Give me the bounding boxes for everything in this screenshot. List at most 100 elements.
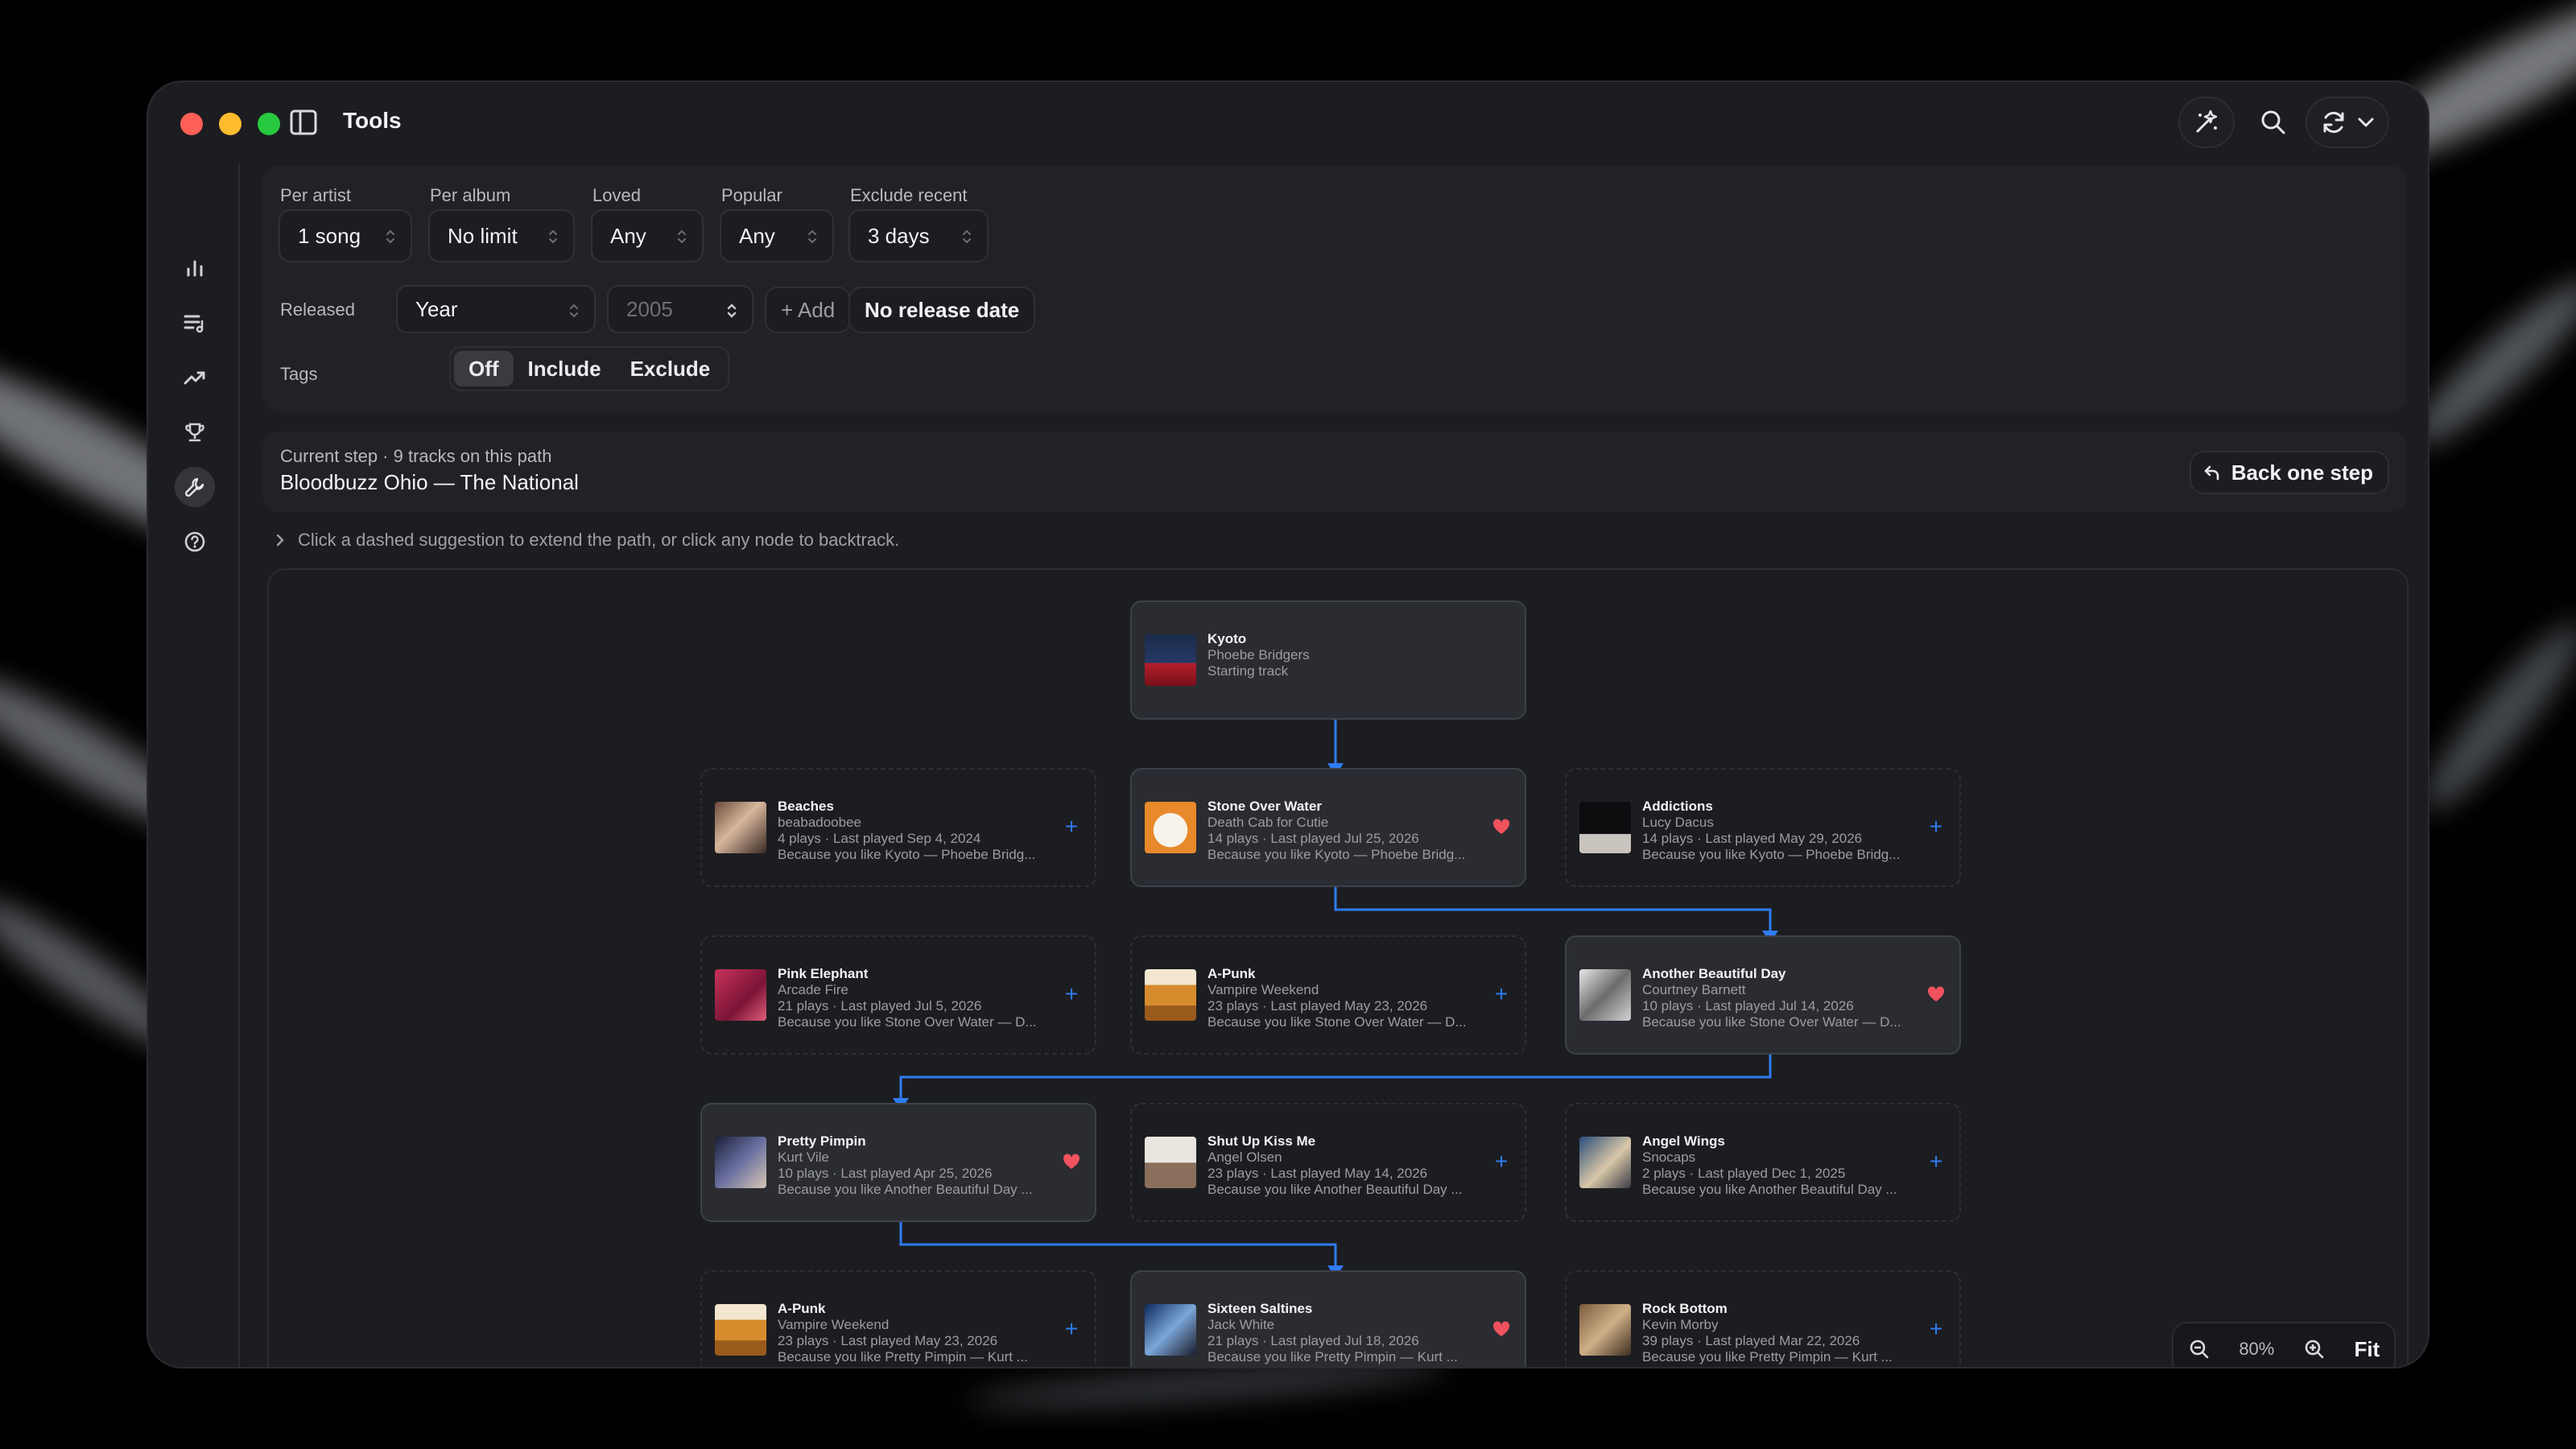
nav-trends[interactable] bbox=[175, 357, 215, 398]
window-title: Tools bbox=[343, 108, 402, 133]
track-title: Beaches bbox=[778, 799, 834, 814]
extend-path-plus-icon[interactable]: + bbox=[1059, 1316, 1084, 1341]
track-node[interactable]: A-Punk Vampire Weekend 23 plays · Last pla… bbox=[700, 1270, 1096, 1367]
nav-stats[interactable] bbox=[175, 248, 215, 288]
track-title: Addictions bbox=[1642, 799, 1713, 814]
title-bar: Tools bbox=[148, 82, 2428, 163]
track-reason: Because you like Pretty Pimpin — Kurt ..… bbox=[1642, 1349, 1893, 1364]
track-artist: Lucy Dacus bbox=[1642, 815, 1714, 830]
track-node-text: Another Beautiful Day Courtney Barnett 10 … bbox=[1642, 966, 1914, 1030]
track-artist: Kevin Morby bbox=[1642, 1317, 1719, 1332]
track-node-text: A-Punk Vampire Weekend 23 plays · Last pla… bbox=[778, 1301, 1050, 1365]
zoom-in-icon[interactable] bbox=[2303, 1338, 2326, 1360]
nav-playlists[interactable] bbox=[175, 303, 215, 343]
loved-select[interactable]: Any bbox=[591, 209, 704, 262]
per-album-label: Per album bbox=[430, 185, 511, 205]
loved-heart-icon[interactable] bbox=[1059, 1150, 1084, 1174]
per-artist-select[interactable]: 1 song bbox=[279, 209, 412, 262]
track-node[interactable]: Stone Over Water Death Cab for Cutie 14 pl… bbox=[1130, 768, 1526, 887]
track-artist: Vampire Weekend bbox=[778, 1317, 890, 1332]
search-button[interactable] bbox=[2248, 97, 2299, 148]
track-stats: 21 plays · Last played Jul 18, 2026 bbox=[1208, 1333, 1419, 1348]
updown-chevron-icon bbox=[570, 303, 578, 318]
release-year-input[interactable]: 2005 bbox=[607, 285, 753, 333]
loved-heart-icon[interactable] bbox=[1924, 982, 1948, 1006]
close-window-button[interactable] bbox=[180, 113, 203, 135]
app-window: Tools Per artist 1 song Per album No lim… bbox=[147, 80, 2429, 1368]
loved-heart-icon[interactable] bbox=[1489, 1317, 1513, 1341]
path-graph-canvas[interactable]: Kyoto Phoebe Bridgers Starting track Beache… bbox=[267, 568, 2409, 1367]
loved-value: Any bbox=[610, 223, 646, 248]
track-title: Kyoto bbox=[1208, 631, 1247, 646]
extend-path-plus-icon[interactable]: + bbox=[1489, 1149, 1513, 1174]
track-node[interactable]: Rock Bottom Kevin Morby 39 plays · Last pl… bbox=[1565, 1270, 1961, 1367]
tags-segmented-control: Off Include Exclude bbox=[449, 346, 730, 391]
released-mode-select[interactable]: Year bbox=[396, 285, 596, 333]
track-node[interactable]: Sixteen Saltines Jack White 21 plays · Las… bbox=[1130, 1270, 1526, 1367]
track-node[interactable]: Pink Elephant Arcade Fire 21 plays · Last … bbox=[700, 935, 1096, 1055]
track-artist: Jack White bbox=[1208, 1317, 1275, 1332]
zoom-window-button[interactable] bbox=[258, 113, 280, 135]
track-node-text: Sixteen Saltines Jack White 21 plays · Las… bbox=[1208, 1301, 1480, 1365]
track-node-text: Angel Wings Snocaps 2 plays · Last played … bbox=[1642, 1133, 1914, 1198]
tags-off-option[interactable]: Off bbox=[454, 351, 514, 386]
back-one-step-label: Back one step bbox=[2231, 460, 2373, 485]
track-title: Pink Elephant bbox=[778, 966, 869, 981]
exclude-recent-select[interactable]: 3 days bbox=[848, 209, 989, 262]
album-art bbox=[1145, 969, 1196, 1021]
track-node-text: A-Punk Vampire Weekend 23 plays · Last pla… bbox=[1208, 966, 1480, 1030]
popular-select[interactable]: Any bbox=[720, 209, 834, 262]
track-title: Another Beautiful Day bbox=[1642, 966, 1786, 981]
track-node[interactable]: Pretty Pimpin Kurt Vile 10 plays · Last pl… bbox=[700, 1103, 1096, 1222]
track-reason: Because you like Kyoto — Phoebe Bridg... bbox=[778, 847, 1036, 862]
track-stats: 14 plays · Last played May 29, 2026 bbox=[1642, 831, 1863, 846]
track-title: A-Punk bbox=[1208, 966, 1256, 981]
hint-disclosure[interactable]: Click a dashed suggestion to extend the … bbox=[275, 530, 899, 551]
zoom-fit-button[interactable]: Fit bbox=[2354, 1337, 2380, 1362]
extend-path-plus-icon[interactable]: + bbox=[1059, 814, 1084, 839]
track-stats: 4 plays · Last played Sep 4, 2024 bbox=[778, 831, 981, 846]
track-reason: Because you like Kyoto — Phoebe Bridg... bbox=[1642, 847, 1901, 862]
per-album-select[interactable]: No limit bbox=[428, 209, 575, 262]
zoom-out-icon[interactable] bbox=[2188, 1338, 2211, 1360]
add-release-range-button[interactable]: + Add bbox=[765, 287, 852, 333]
extend-path-plus-icon[interactable]: + bbox=[1924, 1149, 1948, 1174]
minimize-window-button[interactable] bbox=[219, 113, 242, 135]
track-node[interactable]: Another Beautiful Day Courtney Barnett 10 … bbox=[1565, 935, 1961, 1055]
track-node-text: Addictions Lucy Dacus 14 plays · Last play… bbox=[1642, 799, 1914, 863]
nav-help[interactable] bbox=[175, 522, 215, 562]
nav-tools[interactable] bbox=[175, 467, 215, 507]
updown-chevron-icon bbox=[549, 229, 557, 244]
no-release-date-button[interactable]: No release date bbox=[848, 287, 1036, 333]
tags-include-option[interactable]: Include bbox=[514, 351, 616, 386]
track-title: Rock Bottom bbox=[1642, 1301, 1728, 1316]
track-node[interactable]: A-Punk Vampire Weekend 23 plays · Last pla… bbox=[1130, 935, 1526, 1055]
released-mode-value: Year bbox=[415, 296, 458, 321]
track-node[interactable]: Shut Up Kiss Me Angel Olsen 23 plays · Las… bbox=[1130, 1103, 1526, 1222]
track-title: Angel Wings bbox=[1642, 1133, 1725, 1149]
wrench-icon bbox=[184, 477, 204, 497]
track-node[interactable]: Addictions Lucy Dacus 14 plays · Last play… bbox=[1565, 768, 1961, 887]
track-node[interactable]: Beaches beabadoobee 4 plays · Last played … bbox=[700, 768, 1096, 887]
extend-path-plus-icon[interactable]: + bbox=[1059, 981, 1084, 1006]
current-step-subtitle: Current step · 9 tracks on this path bbox=[280, 446, 552, 466]
trophy-icon bbox=[185, 423, 204, 442]
extend-path-plus-icon[interactable]: + bbox=[1924, 1316, 1948, 1341]
release-year-placeholder: 2005 bbox=[626, 296, 673, 321]
track-stats: 23 plays · Last played May 14, 2026 bbox=[1208, 1166, 1428, 1181]
album-art bbox=[1145, 1137, 1196, 1188]
track-stats: 2 plays · Last played Dec 1, 2025 bbox=[1642, 1166, 1846, 1181]
magic-wand-button[interactable] bbox=[2178, 97, 2235, 148]
loved-heart-icon[interactable] bbox=[1489, 815, 1513, 839]
extend-path-plus-icon[interactable]: + bbox=[1924, 814, 1948, 839]
extend-path-plus-icon[interactable]: + bbox=[1489, 981, 1513, 1006]
album-art bbox=[1579, 802, 1631, 853]
sidebar-toggle-icon[interactable] bbox=[290, 109, 317, 135]
nav-awards[interactable] bbox=[175, 412, 215, 452]
sync-menu-button[interactable] bbox=[2306, 97, 2389, 148]
track-node[interactable]: Kyoto Phoebe Bridgers Starting track bbox=[1130, 601, 1526, 720]
tags-exclude-option[interactable]: Exclude bbox=[616, 351, 725, 386]
album-art bbox=[715, 802, 766, 853]
track-node[interactable]: Angel Wings Snocaps 2 plays · Last played … bbox=[1565, 1103, 1961, 1222]
back-one-step-button[interactable]: Back one step bbox=[2189, 451, 2389, 494]
